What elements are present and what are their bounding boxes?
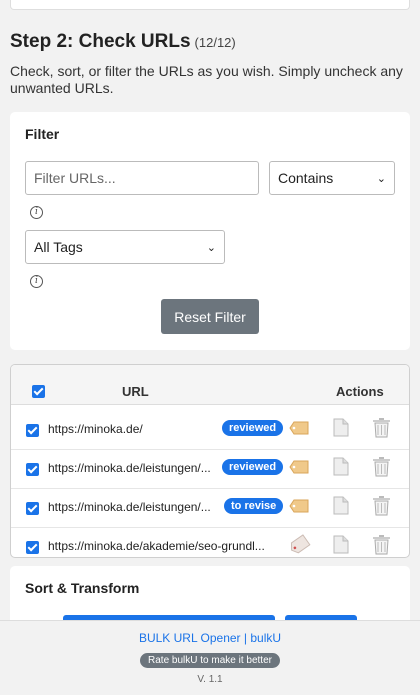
status-badge: reviewed (222, 420, 284, 436)
row-checkbox[interactable] (26, 502, 39, 515)
url-count: (12/12) (194, 35, 236, 50)
filter-urls-input[interactable] (25, 161, 259, 195)
row-url[interactable]: https://minoka.de/ (48, 422, 216, 436)
tag-icon[interactable] (287, 534, 311, 557)
column-header-actions: Actions (336, 384, 384, 399)
status-badge: to revise (224, 498, 284, 514)
row-url[interactable]: https://minoka.de/leistungen/... (48, 461, 216, 475)
row-url[interactable]: https://minoka.de/akademie/seo-grundl... (48, 539, 270, 553)
tags-select-value: All Tags (34, 239, 83, 255)
reset-filter-button[interactable]: Reset Filter (161, 299, 259, 334)
row-checkbox[interactable] (26, 424, 39, 437)
select-all-checkbox[interactable] (32, 385, 45, 398)
info-icon[interactable]: i (30, 275, 43, 288)
version-label: V. 1.1 (197, 674, 223, 685)
tag-icon[interactable] (289, 460, 309, 474)
match-mode-value: Contains (278, 170, 334, 186)
info-icon[interactable]: i (30, 206, 43, 219)
row-url[interactable]: https://minoka.de/leistungen/... (48, 500, 216, 514)
file-icon[interactable] (333, 418, 349, 437)
tag-icon[interactable] (289, 499, 309, 513)
file-icon[interactable] (333, 496, 349, 515)
trash-icon[interactable] (372, 456, 391, 477)
sort-heading: Sort & Transform (25, 580, 140, 596)
column-header-url: URL (122, 384, 149, 399)
tag-icon[interactable] (289, 421, 309, 435)
tags-select[interactable]: All Tags ⌄ (25, 230, 225, 264)
table-row: https://minoka.de/leistungen/... reviewe… (11, 450, 409, 489)
url-table: URL Actions https://minoka.de/ reviewed … (10, 364, 410, 558)
step-title-text: Step 2: Check URLs (10, 31, 191, 52)
step-title: Step 2: Check URLs (12/12) (10, 31, 236, 53)
trash-icon[interactable] (372, 417, 391, 438)
file-icon[interactable] (333, 535, 349, 554)
trash-icon[interactable] (372, 495, 391, 516)
chevron-down-icon: ⌄ (376, 172, 386, 185)
table-row: https://minoka.de/akademie/seo-grundl... (11, 528, 409, 557)
step-description: Check, sort, or filter the URLs as you w… (10, 63, 403, 96)
bulku-link[interactable]: BULK URL Opener | bulkU (0, 631, 420, 645)
trash-icon[interactable] (372, 534, 391, 555)
row-checkbox[interactable] (26, 463, 39, 476)
previous-section-card (10, 0, 410, 10)
filter-card: Filter Contains ⌄ i All Tags ⌄ i Reset F… (10, 112, 410, 350)
table-header: URL Actions (11, 365, 409, 405)
sort-transform-card: Sort & Transform (10, 566, 410, 627)
match-mode-select[interactable]: Contains ⌄ (269, 161, 395, 195)
footer: BULK URL Opener | bulkU Rate bulkU to ma… (0, 620, 420, 695)
table-row: https://minoka.de/leistungen/... to revi… (11, 489, 409, 528)
table-row: https://minoka.de/ reviewed (11, 411, 409, 450)
status-badge: reviewed (222, 459, 284, 475)
filter-heading: Filter (25, 126, 60, 142)
row-checkbox[interactable] (26, 541, 39, 554)
file-icon[interactable] (333, 457, 349, 476)
rate-button[interactable]: Rate bulkU to make it better (140, 653, 280, 668)
chevron-down-icon: ⌄ (206, 241, 216, 254)
